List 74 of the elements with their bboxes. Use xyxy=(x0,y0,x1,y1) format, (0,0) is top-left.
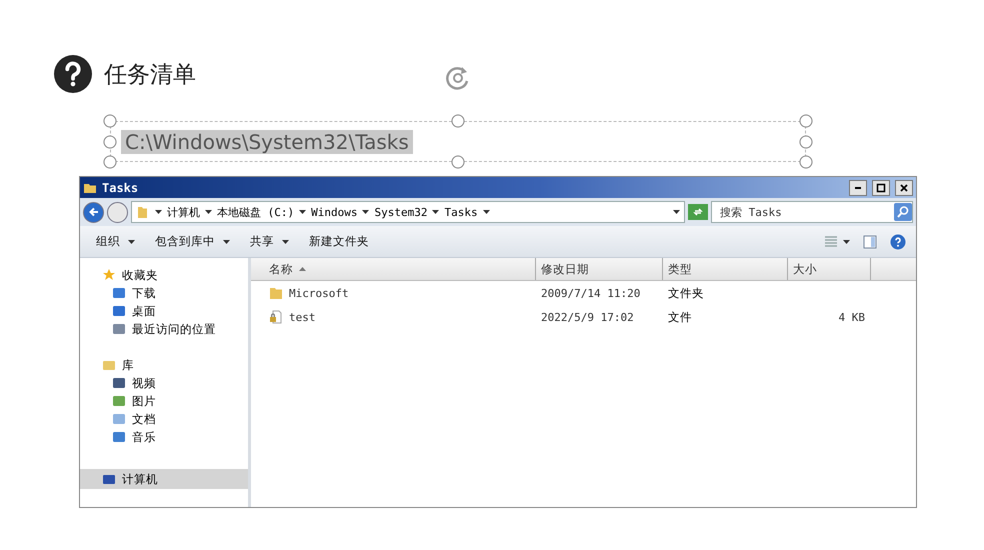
caret-icon[interactable] xyxy=(155,210,162,214)
help-icon xyxy=(54,55,92,93)
nav-item[interactable]: 视频 xyxy=(80,374,248,392)
nav-item[interactable]: 文档 xyxy=(80,410,248,428)
column-header[interactable]: 名称 xyxy=(251,258,536,280)
refresh-button[interactable] xyxy=(688,204,708,220)
maximize-icon xyxy=(876,182,886,192)
breadcrumb[interactable]: Tasks xyxy=(444,206,478,218)
column-header[interactable]: 类型 xyxy=(663,258,788,280)
caret-icon[interactable] xyxy=(299,210,306,214)
nav-item[interactable]: 桌面 xyxy=(80,302,248,320)
caret-icon xyxy=(128,240,135,244)
toolbar-button[interactable]: 共享 xyxy=(242,234,297,249)
caret-icon xyxy=(282,240,289,244)
breadcrumb[interactable]: 计算机 xyxy=(167,204,200,220)
nav-item[interactable]: 下载 xyxy=(80,284,248,302)
slide-heading: 任务清单 xyxy=(104,60,196,90)
nav-item[interactable]: 库 xyxy=(80,356,248,374)
breadcrumb[interactable]: 本地磁盘 (C:) xyxy=(217,204,294,220)
search-icon[interactable] xyxy=(894,203,912,221)
resize-handle[interactable] xyxy=(800,135,812,148)
close-icon xyxy=(899,182,909,192)
toolbar-button[interactable]: 包含到库中 xyxy=(147,234,238,249)
nav-item[interactable]: 收藏夹 xyxy=(80,266,248,284)
resize-handle[interactable] xyxy=(104,135,116,148)
nav-item[interactable]: 计算机 xyxy=(80,469,248,489)
caret-icon xyxy=(223,240,230,244)
caret-icon[interactable] xyxy=(482,210,490,214)
search-field[interactable]: 搜索 Tasks xyxy=(711,201,913,223)
folder-icon xyxy=(136,205,150,219)
resize-handle[interactable] xyxy=(452,114,464,128)
caret-icon[interactable] xyxy=(432,210,440,214)
file-type: 文件夹 xyxy=(668,286,704,300)
modified-date: 2009/7/14 11:20 xyxy=(541,286,640,300)
resize-handle[interactable] xyxy=(104,156,116,168)
folder-icon xyxy=(269,286,283,300)
breadcrumb[interactable]: System32 xyxy=(374,206,428,218)
nav-item[interactable]: 最近访问的位置 xyxy=(80,320,248,338)
window-title: Tasks xyxy=(102,180,138,194)
resize-handle[interactable] xyxy=(104,114,116,128)
toolbar-button[interactable]: 新建文件夹 xyxy=(301,234,377,249)
help-icon[interactable] xyxy=(890,234,906,250)
forward-button[interactable] xyxy=(107,202,128,222)
close-button[interactable] xyxy=(895,180,913,196)
resize-handle[interactable] xyxy=(800,114,812,128)
column-header[interactable]: 大小 xyxy=(788,258,871,280)
file-size: 4 KB xyxy=(838,310,865,324)
address-bar[interactable]: 计算机 本地磁盘 (C:) Windows System32 Tasks xyxy=(131,201,685,223)
minimize-button[interactable] xyxy=(849,180,867,196)
back-button[interactable] xyxy=(83,202,104,222)
star-icon xyxy=(102,268,116,282)
sort-arrow-icon xyxy=(299,267,306,271)
breadcrumb[interactable]: Windows xyxy=(311,206,358,218)
resize-handle[interactable] xyxy=(800,156,812,168)
resize-handle[interactable] xyxy=(452,156,464,168)
caret-icon[interactable] xyxy=(843,240,850,244)
locked-file-icon xyxy=(269,310,283,324)
nav-item[interactable]: 图片 xyxy=(80,392,248,410)
path-text[interactable]: C:\Windows\System32\Tasks xyxy=(121,130,413,154)
modified-date: 2022/5/9 17:02 xyxy=(541,310,634,324)
refresh-icon xyxy=(692,206,704,218)
caret-icon[interactable] xyxy=(362,210,370,214)
minimize-icon xyxy=(855,186,861,188)
file-name[interactable]: test xyxy=(289,310,316,324)
preview-pane-icon[interactable] xyxy=(862,234,878,250)
nav-item[interactable]: 音乐 xyxy=(80,428,248,446)
file-name[interactable]: Microsoft xyxy=(289,286,349,300)
caret-icon[interactable] xyxy=(205,210,212,214)
maximize-button[interactable] xyxy=(872,180,890,196)
back-arrow-icon xyxy=(88,206,100,218)
caret-icon[interactable] xyxy=(673,210,680,214)
file-type: 文件 xyxy=(668,310,692,324)
column-header[interactable]: 修改日期 xyxy=(536,258,663,280)
toolbar-button[interactable]: 组织 xyxy=(88,234,143,249)
